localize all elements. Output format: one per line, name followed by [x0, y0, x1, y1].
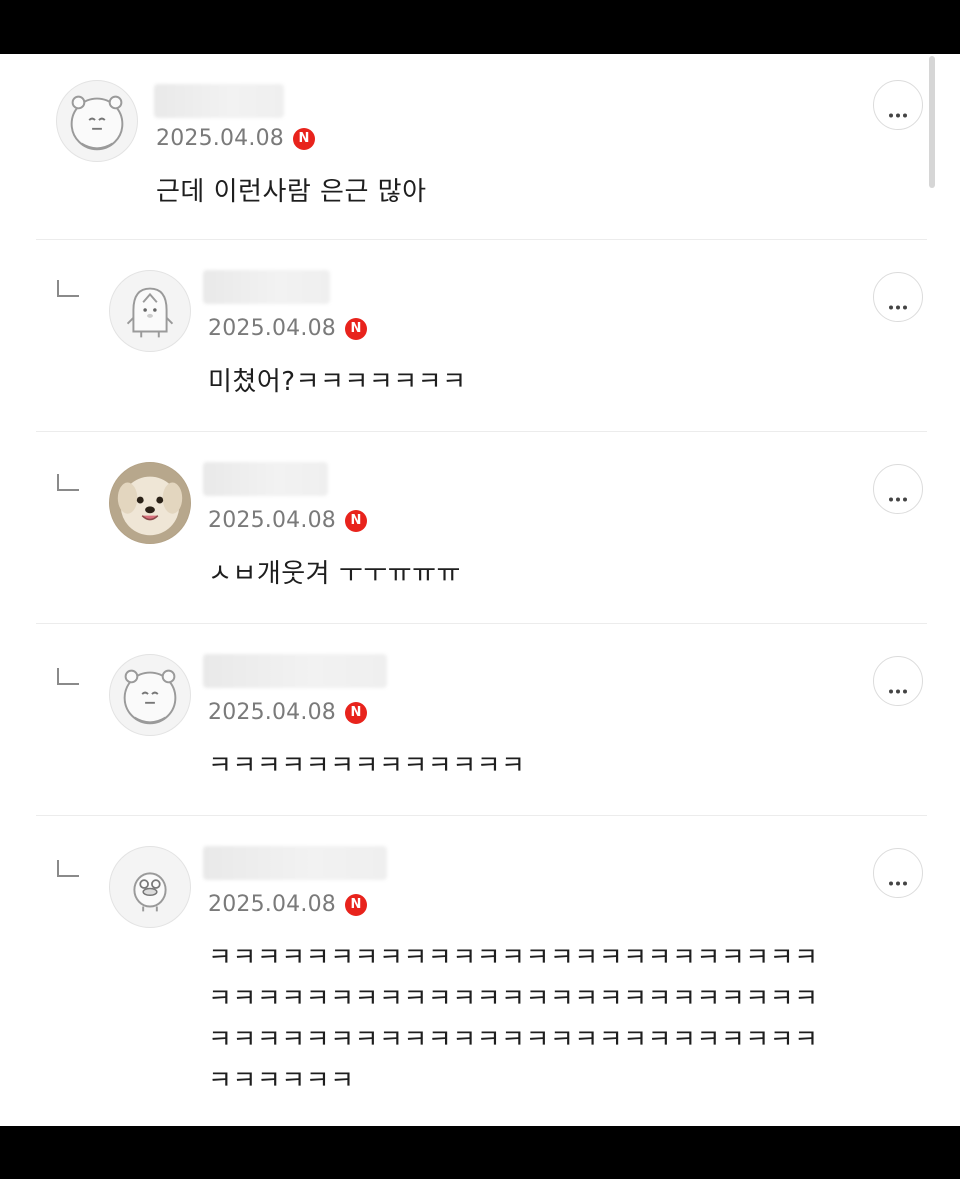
- username-blurred[interactable]: [203, 270, 330, 304]
- reply-item: 2025.04.08 N ㅅㅂ개웃겨 ㅜㅜㅠㅠㅠ: [0, 432, 960, 624]
- comment-text: 미쳤어?ㅋㅋㅋㅋㅋㅋㅋ: [208, 367, 467, 397]
- comment-item: 2025.04.08 N 근데 이런사람 은근 많아: [0, 54, 960, 240]
- comment-date: 2025.04.08: [208, 892, 336, 917]
- reply-arrow-icon: [57, 860, 79, 877]
- comment-text: ㅋㅋㅋㅋㅋㅋㅋㅋㅋㅋㅋㅋㅋ: [208, 751, 526, 781]
- more-horizontal-icon: [888, 871, 908, 885]
- comment-date: 2025.04.08: [208, 700, 336, 725]
- more-options-button[interactable]: [873, 464, 923, 514]
- duck-avatar-icon[interactable]: [109, 846, 191, 928]
- reply-arrow-icon: [57, 668, 79, 685]
- comment-date: 2025.04.08: [208, 508, 336, 533]
- reply-arrow-icon: [57, 474, 79, 491]
- comment-date: 2025.04.08: [156, 126, 284, 151]
- reply-item: 2025.04.08 N ㅋㅋㅋㅋㅋㅋㅋㅋㅋㅋㅋㅋㅋㅋㅋㅋㅋㅋㅋㅋㅋㅋㅋㅋㅋ ㅋ…: [0, 816, 960, 1126]
- more-options-button[interactable]: [873, 848, 923, 898]
- username-blurred[interactable]: [203, 654, 387, 688]
- more-options-button[interactable]: [873, 272, 923, 322]
- reply-item: 2025.04.08 N ㅋㅋㅋㅋㅋㅋㅋㅋㅋㅋㅋㅋㅋ: [0, 624, 960, 816]
- more-options-button[interactable]: [873, 80, 923, 130]
- new-badge: N: [344, 509, 367, 532]
- hamster-avatar-icon[interactable]: [56, 80, 138, 162]
- hamster-avatar-icon[interactable]: [109, 654, 191, 736]
- more-horizontal-icon: [888, 679, 908, 693]
- more-horizontal-icon: [888, 103, 908, 117]
- new-badge: N: [344, 701, 367, 724]
- comment-text: ㅅㅂ개웃겨 ㅜㅜㅠㅠㅠ: [208, 559, 461, 589]
- username-blurred[interactable]: [203, 846, 387, 880]
- new-badge: N: [292, 127, 315, 150]
- username-blurred[interactable]: [203, 462, 328, 496]
- comment-date: 2025.04.08: [208, 316, 336, 341]
- more-horizontal-icon: [888, 295, 908, 309]
- dog-photo-avatar[interactable]: [109, 462, 191, 544]
- reply-arrow-icon: [57, 280, 79, 297]
- username-blurred[interactable]: [154, 84, 284, 118]
- penguin-avatar-icon[interactable]: [109, 270, 191, 352]
- more-horizontal-icon: [888, 487, 908, 501]
- reply-item: 2025.04.08 N 미쳤어?ㅋㅋㅋㅋㅋㅋㅋ: [0, 240, 960, 432]
- more-options-button[interactable]: [873, 656, 923, 706]
- new-badge: N: [344, 893, 367, 916]
- comment-text: 근데 이런사람 은근 많아: [156, 177, 427, 207]
- new-badge: N: [344, 317, 367, 340]
- comment-list-screen: 2025.04.08 N 근데 이런사람 은근 많아 2025.04.08 N …: [0, 54, 960, 1126]
- comment-text: ㅋㅋㅋㅋㅋㅋㅋㅋㅋㅋㅋㅋㅋㅋㅋㅋㅋㅋㅋㅋㅋㅋㅋㅋㅋ ㅋㅋㅋㅋㅋㅋㅋㅋㅋㅋㅋㅋㅋㅋ…: [208, 943, 819, 1096]
